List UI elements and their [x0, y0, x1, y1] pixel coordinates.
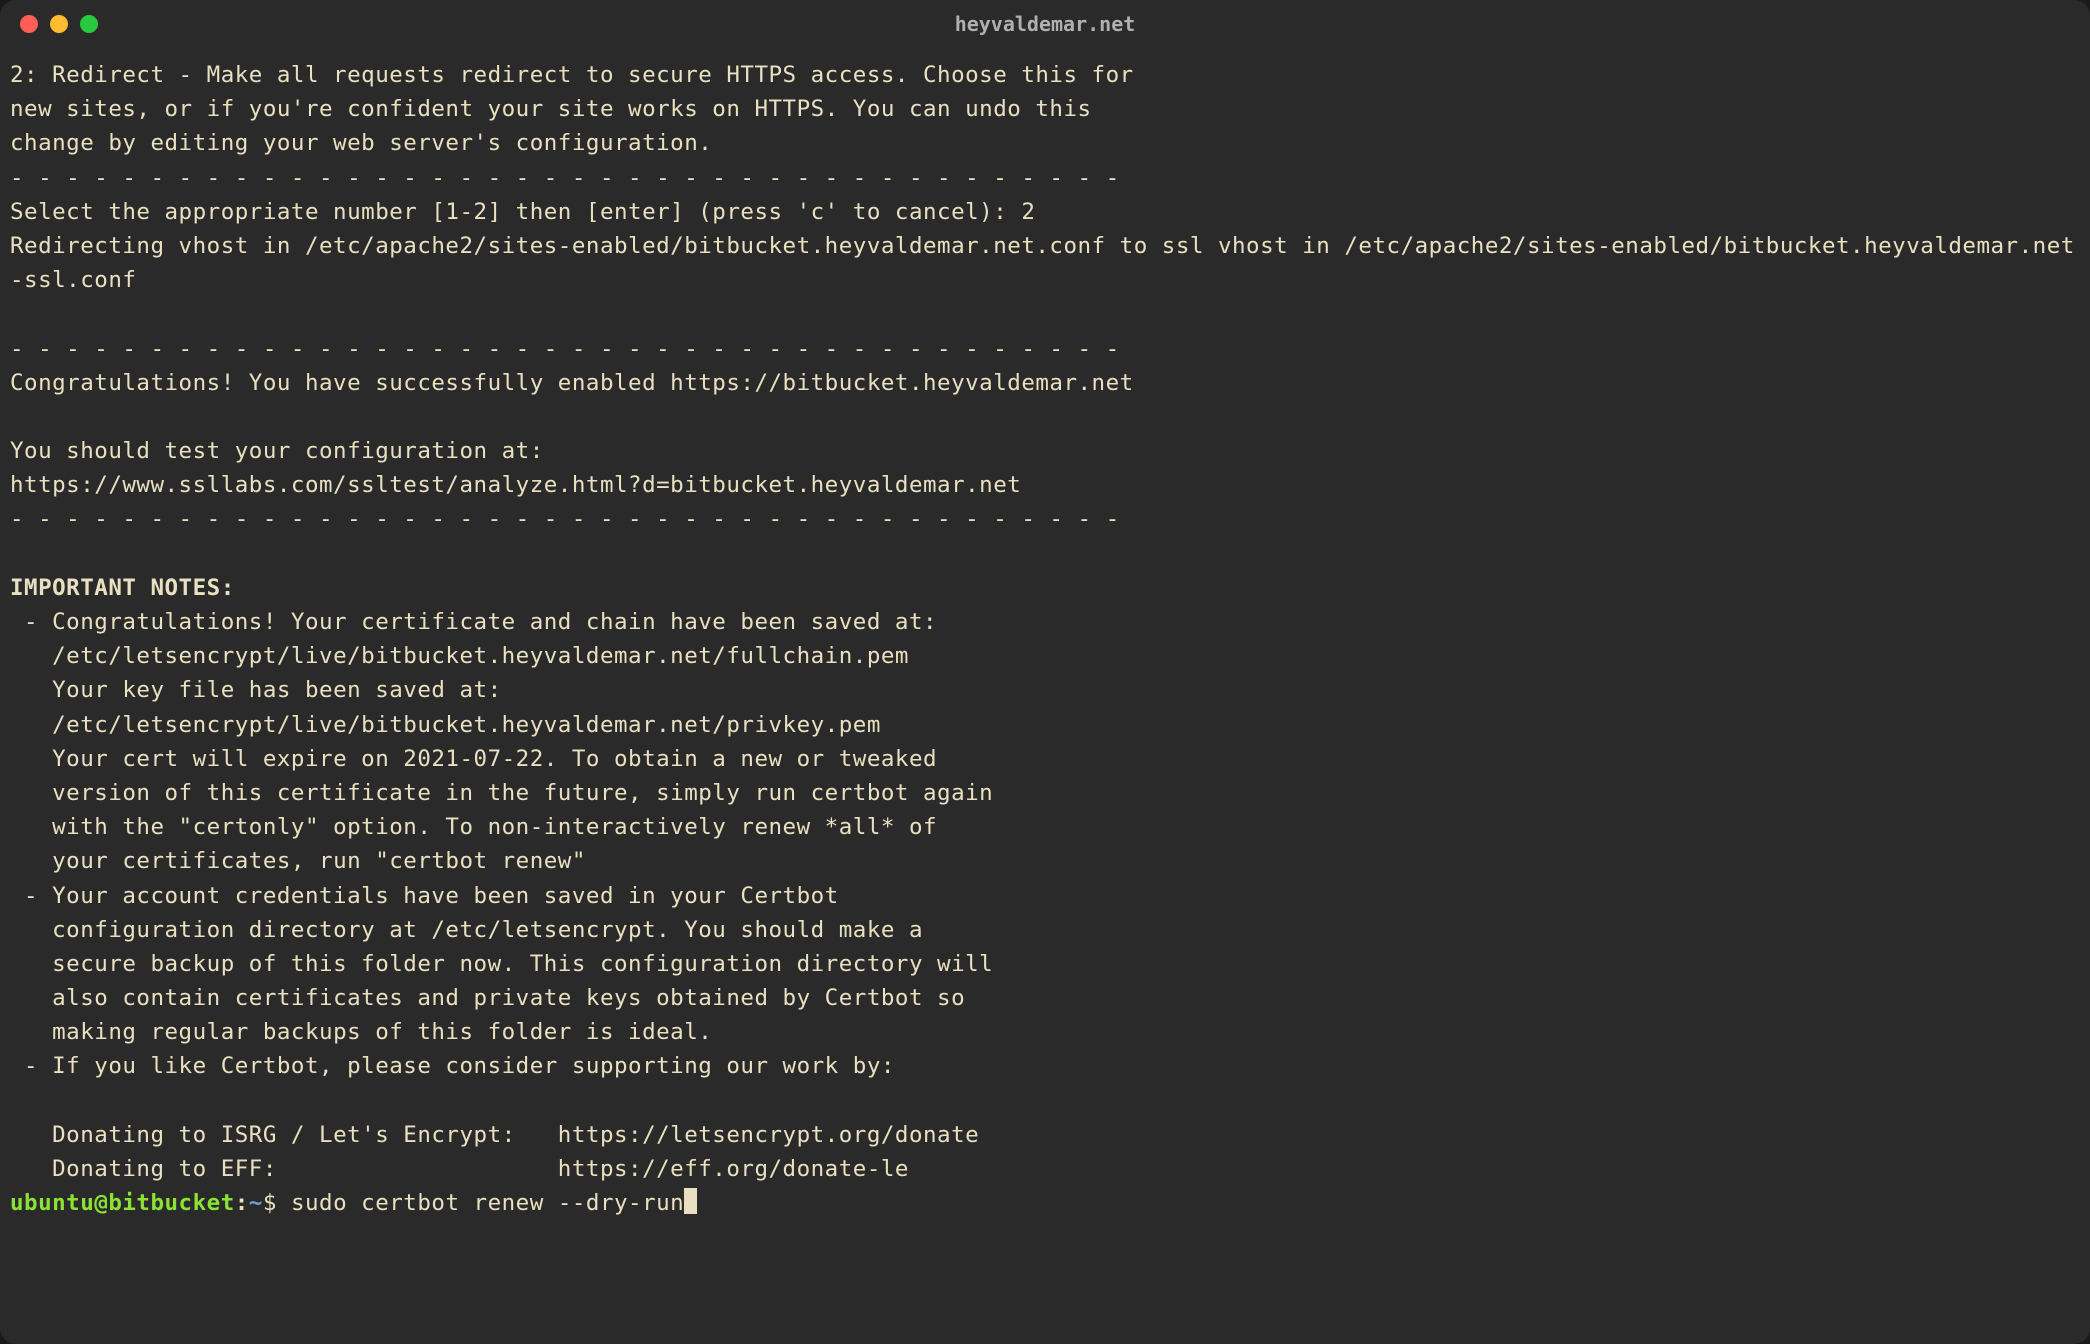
output-line: new sites, or if you're confident your s…	[10, 96, 1092, 122]
output-line: You should test your configuration at:	[10, 438, 544, 464]
output-line: Select the appropriate number [1-2] then…	[10, 199, 1035, 225]
terminal-output[interactable]: 2: Redirect - Make all requests redirect…	[0, 48, 2090, 1230]
prompt-line: ubuntu@bitbucket:~$ sudo certbot renew -…	[10, 1190, 697, 1216]
note-line: configuration directory at /etc/letsencr…	[10, 917, 923, 943]
note-line: Your cert will expire on 2021-07-22. To …	[10, 746, 937, 772]
notes-heading: IMPORTANT NOTES:	[10, 575, 235, 601]
prompt-colon: :	[235, 1190, 249, 1216]
output-line: change by editing your web server's conf…	[10, 130, 712, 156]
separator-line: - - - - - - - - - - - - - - - - - - - - …	[10, 506, 1120, 532]
terminal-window: heyvaldemar.net 2: Redirect - Make all r…	[0, 0, 2090, 1344]
output-line: Congratulations! You have successfully e…	[10, 370, 1134, 396]
note-line: with the "certonly" option. To non-inter…	[10, 814, 937, 840]
prompt-user: ubuntu@bitbucket	[10, 1190, 235, 1216]
output-line: https://www.ssllabs.com/ssltest/analyze.…	[10, 472, 1021, 498]
note-line: - Congratulations! Your certificate and …	[10, 609, 937, 635]
prompt-path: ~	[249, 1190, 263, 1216]
note-line: - Your account credentials have been sav…	[10, 883, 839, 909]
note-line: /etc/letsencrypt/live/bitbucket.heyvalde…	[10, 643, 909, 669]
note-line: making regular backups of this folder is…	[10, 1019, 712, 1045]
note-line: your certificates, run "certbot renew"	[10, 848, 586, 874]
separator-line: - - - - - - - - - - - - - - - - - - - - …	[10, 165, 1120, 191]
prompt-dollar: $	[263, 1190, 291, 1216]
note-line: secure backup of this folder now. This c…	[10, 951, 993, 977]
separator-line: - - - - - - - - - - - - - - - - - - - - …	[10, 336, 1120, 362]
note-line: /etc/letsencrypt/live/bitbucket.heyvalde…	[10, 712, 881, 738]
cursor-icon	[684, 1188, 697, 1214]
note-line: version of this certificate in the futur…	[10, 780, 993, 806]
note-line: - If you like Certbot, please consider s…	[10, 1053, 895, 1079]
window-title: heyvaldemar.net	[20, 12, 2070, 37]
traffic-lights	[20, 15, 98, 33]
close-icon[interactable]	[20, 15, 38, 33]
note-line: also contain certificates and private ke…	[10, 985, 965, 1011]
output-line: Redirecting vhost in /etc/apache2/sites-…	[10, 233, 2075, 293]
minimize-icon[interactable]	[50, 15, 68, 33]
output-line: 2: Redirect - Make all requests redirect…	[10, 62, 1134, 88]
maximize-icon[interactable]	[80, 15, 98, 33]
command-input[interactable]: sudo certbot renew --dry-run	[291, 1190, 684, 1216]
donate-line: Donating to ISRG / Let's Encrypt: https:…	[10, 1122, 979, 1148]
note-line: Your key file has been saved at:	[10, 677, 502, 703]
donate-line: Donating to EFF: https://eff.org/donate-…	[10, 1156, 909, 1182]
title-bar: heyvaldemar.net	[0, 0, 2090, 48]
